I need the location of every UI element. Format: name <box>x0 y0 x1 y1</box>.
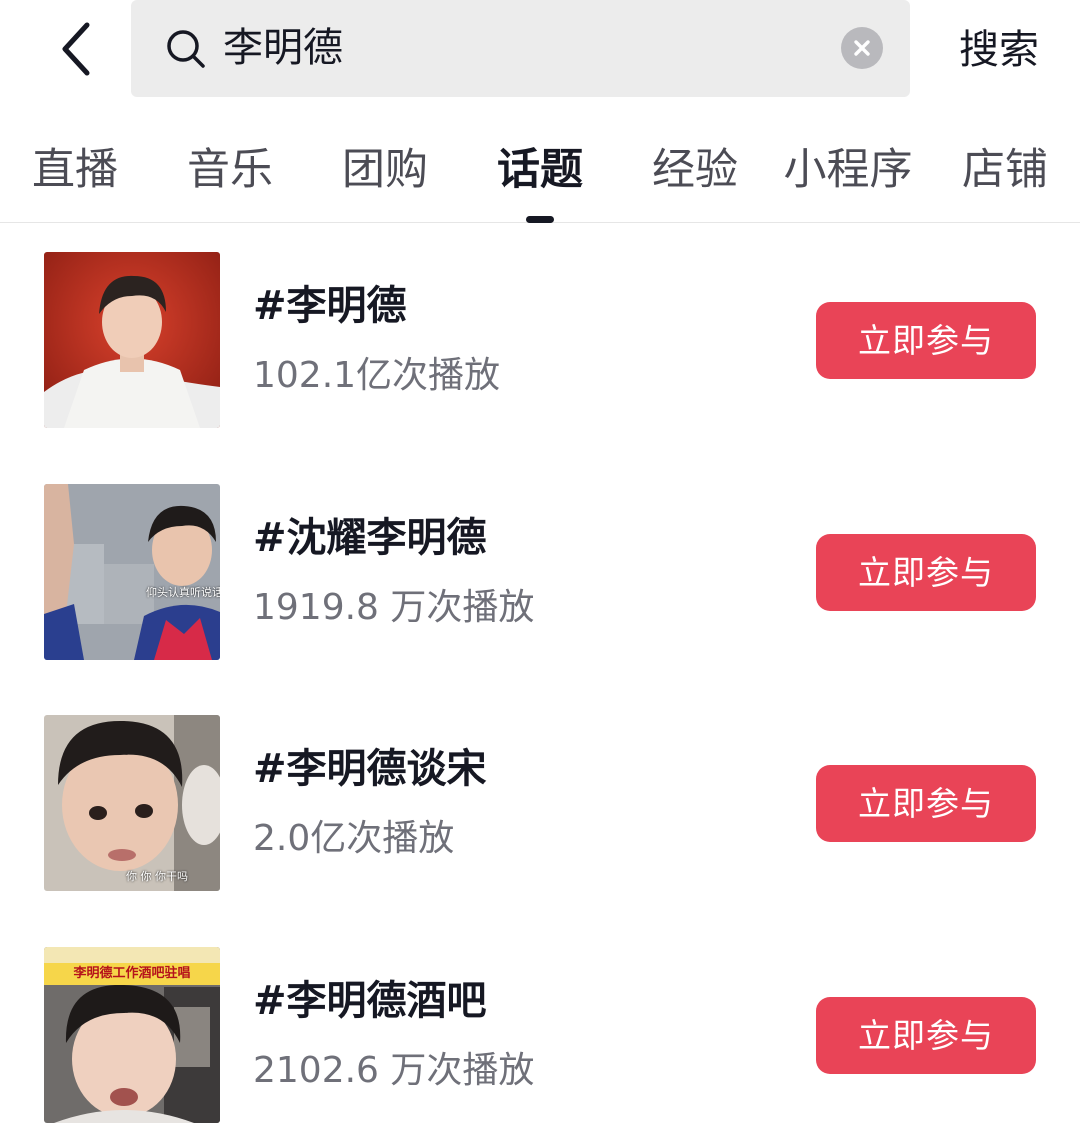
topic-title: #李明德酒吧 <box>253 978 487 1024</box>
thumbnail-caption: 仰头认真听说话 <box>146 586 220 599</box>
topic-thumbnail <box>44 252 220 428</box>
tab-topics[interactable]: 话题 <box>495 142 585 198</box>
search-submit-button[interactable]: 搜索 <box>944 20 1054 80</box>
join-topic-button[interactable]: 立即参与 <box>816 302 1036 379</box>
topic-play-count: 2.0亿次播放 <box>253 818 455 859</box>
topic-play-count: 1919.8 万次播放 <box>253 587 535 628</box>
tab-experience[interactable]: 经验 <box>650 142 740 198</box>
topic-thumbnail: 李明德工作酒吧驻唱 <box>44 947 220 1123</box>
thumbnail-caption: 你 你 你干吗 <box>126 870 188 883</box>
tab-group-buy[interactable]: 团购 <box>340 142 430 198</box>
tab-mini-programs[interactable]: 小程序 <box>782 142 914 198</box>
join-topic-button[interactable]: 立即参与 <box>816 765 1036 842</box>
topic-play-count: 102.1亿次播放 <box>253 355 501 396</box>
topic-title: #李明德谈宋 <box>253 746 487 792</box>
tab-music[interactable]: 音乐 <box>185 142 275 198</box>
tab-stores[interactable]: 店铺 <box>960 142 1050 198</box>
topic-row[interactable]: 你 你 你干吗 #李明德谈宋 2.0亿次播放 立即参与 <box>0 715 1080 892</box>
clear-icon <box>854 40 870 56</box>
tab-live[interactable]: 直播 <box>30 142 120 198</box>
search-input[interactable] <box>223 18 823 78</box>
join-topic-button[interactable]: 立即参与 <box>816 997 1036 1074</box>
topic-thumbnail: 你 你 你干吗 <box>44 715 220 891</box>
active-tab-indicator <box>526 216 554 223</box>
topic-row[interactable]: 仰头认真听说话 #沈耀李明德 1919.8 万次播放 立即参与 <box>0 484 1080 661</box>
search-icon <box>167 30 205 68</box>
topic-play-count: 2102.6 万次播放 <box>253 1050 535 1091</box>
search-header: 搜索 <box>0 0 1080 100</box>
clear-search-button[interactable] <box>841 27 883 69</box>
back-arrow-icon <box>62 22 90 76</box>
search-box[interactable] <box>131 0 910 97</box>
topic-row[interactable]: #李明德 102.1亿次播放 立即参与 <box>0 252 1080 429</box>
category-tabs: 直播 音乐 团购 话题 经验 小程序 店铺 <box>0 120 1080 223</box>
topic-title: #沈耀李明德 <box>253 515 487 561</box>
join-topic-button[interactable]: 立即参与 <box>816 534 1036 611</box>
back-button[interactable] <box>40 14 110 84</box>
thumbnail-banner: 李明德工作酒吧驻唱 <box>44 963 220 985</box>
topic-row[interactable]: 李明德工作酒吧驻唱 #李明德酒吧 2102.6 万次播放 立即参与 <box>0 947 1080 1124</box>
topic-title: #李明德 <box>253 283 407 329</box>
topic-thumbnail: 仰头认真听说话 <box>44 484 220 660</box>
